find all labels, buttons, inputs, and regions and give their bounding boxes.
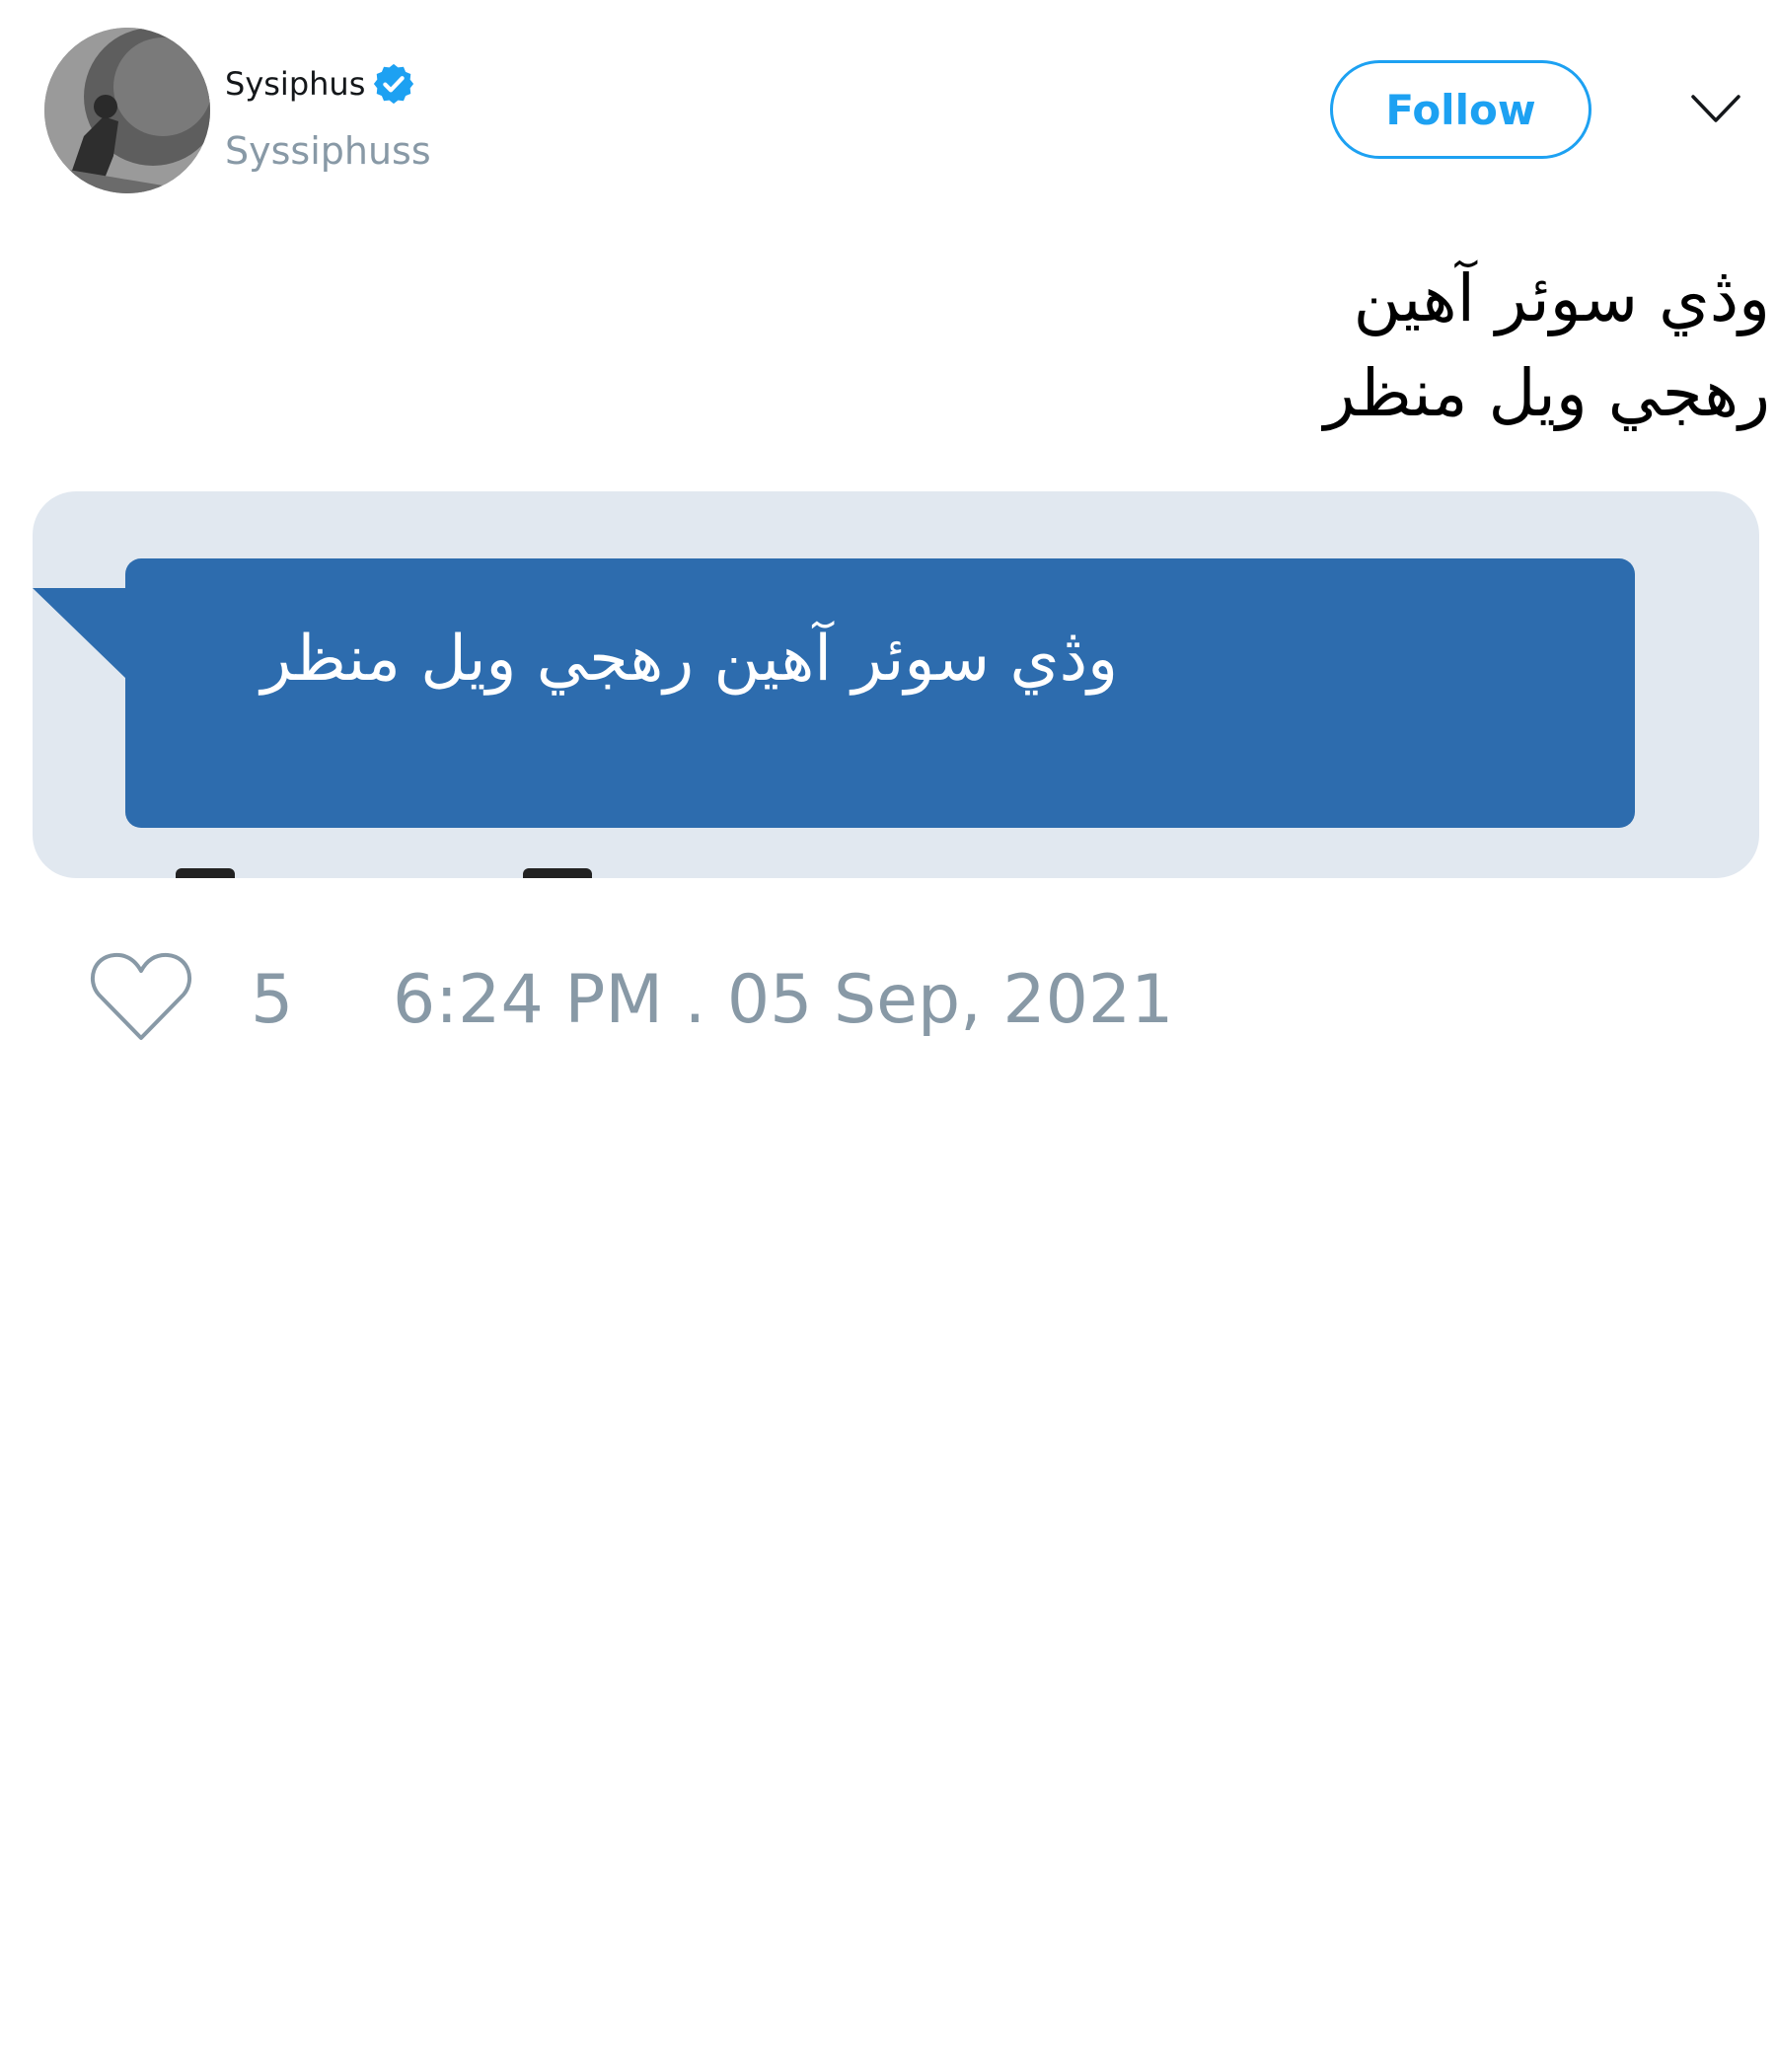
tweet-timestamp[interactable]: 6:24 PM . 05 Sep, 2021 — [393, 963, 1173, 1038]
tweet-text-line: وڎي سوئر آهين — [1353, 260, 1770, 336]
display-name-row[interactable]: Sysiphus — [225, 61, 416, 107]
media-card[interactable]: وڎي سوئر آهين رهجي ويل منظر — [33, 491, 1759, 878]
chevron-down-icon[interactable] — [1689, 89, 1742, 128]
display-name[interactable]: Sysiphus — [225, 62, 365, 106]
follow-button[interactable]: Follow — [1330, 60, 1591, 159]
tweet-text: وڎي سوئر آهين رهجي ويل منظر — [389, 252, 1770, 441]
cropped-content-fragment — [523, 868, 592, 878]
chat-bubble-tail — [33, 588, 126, 679]
like-count: 5 — [251, 961, 294, 1039]
tweet-footer: 5 6:24 PM . 05 Sep, 2021 — [0, 947, 1776, 1046]
avatar[interactable] — [44, 28, 210, 193]
chat-bubble-text: وڎي سوئر آهين رهجي ويل منظر — [260, 623, 1119, 696]
cropped-content-fragment — [176, 868, 235, 878]
sisyphus-avatar-icon — [44, 28, 210, 193]
tweet-text-line: رهجي ويل منظر — [1323, 355, 1770, 431]
heart-icon[interactable] — [89, 947, 193, 1046]
user-handle[interactable]: Syssiphuss — [225, 128, 431, 174]
verified-badge-icon — [374, 63, 414, 105]
